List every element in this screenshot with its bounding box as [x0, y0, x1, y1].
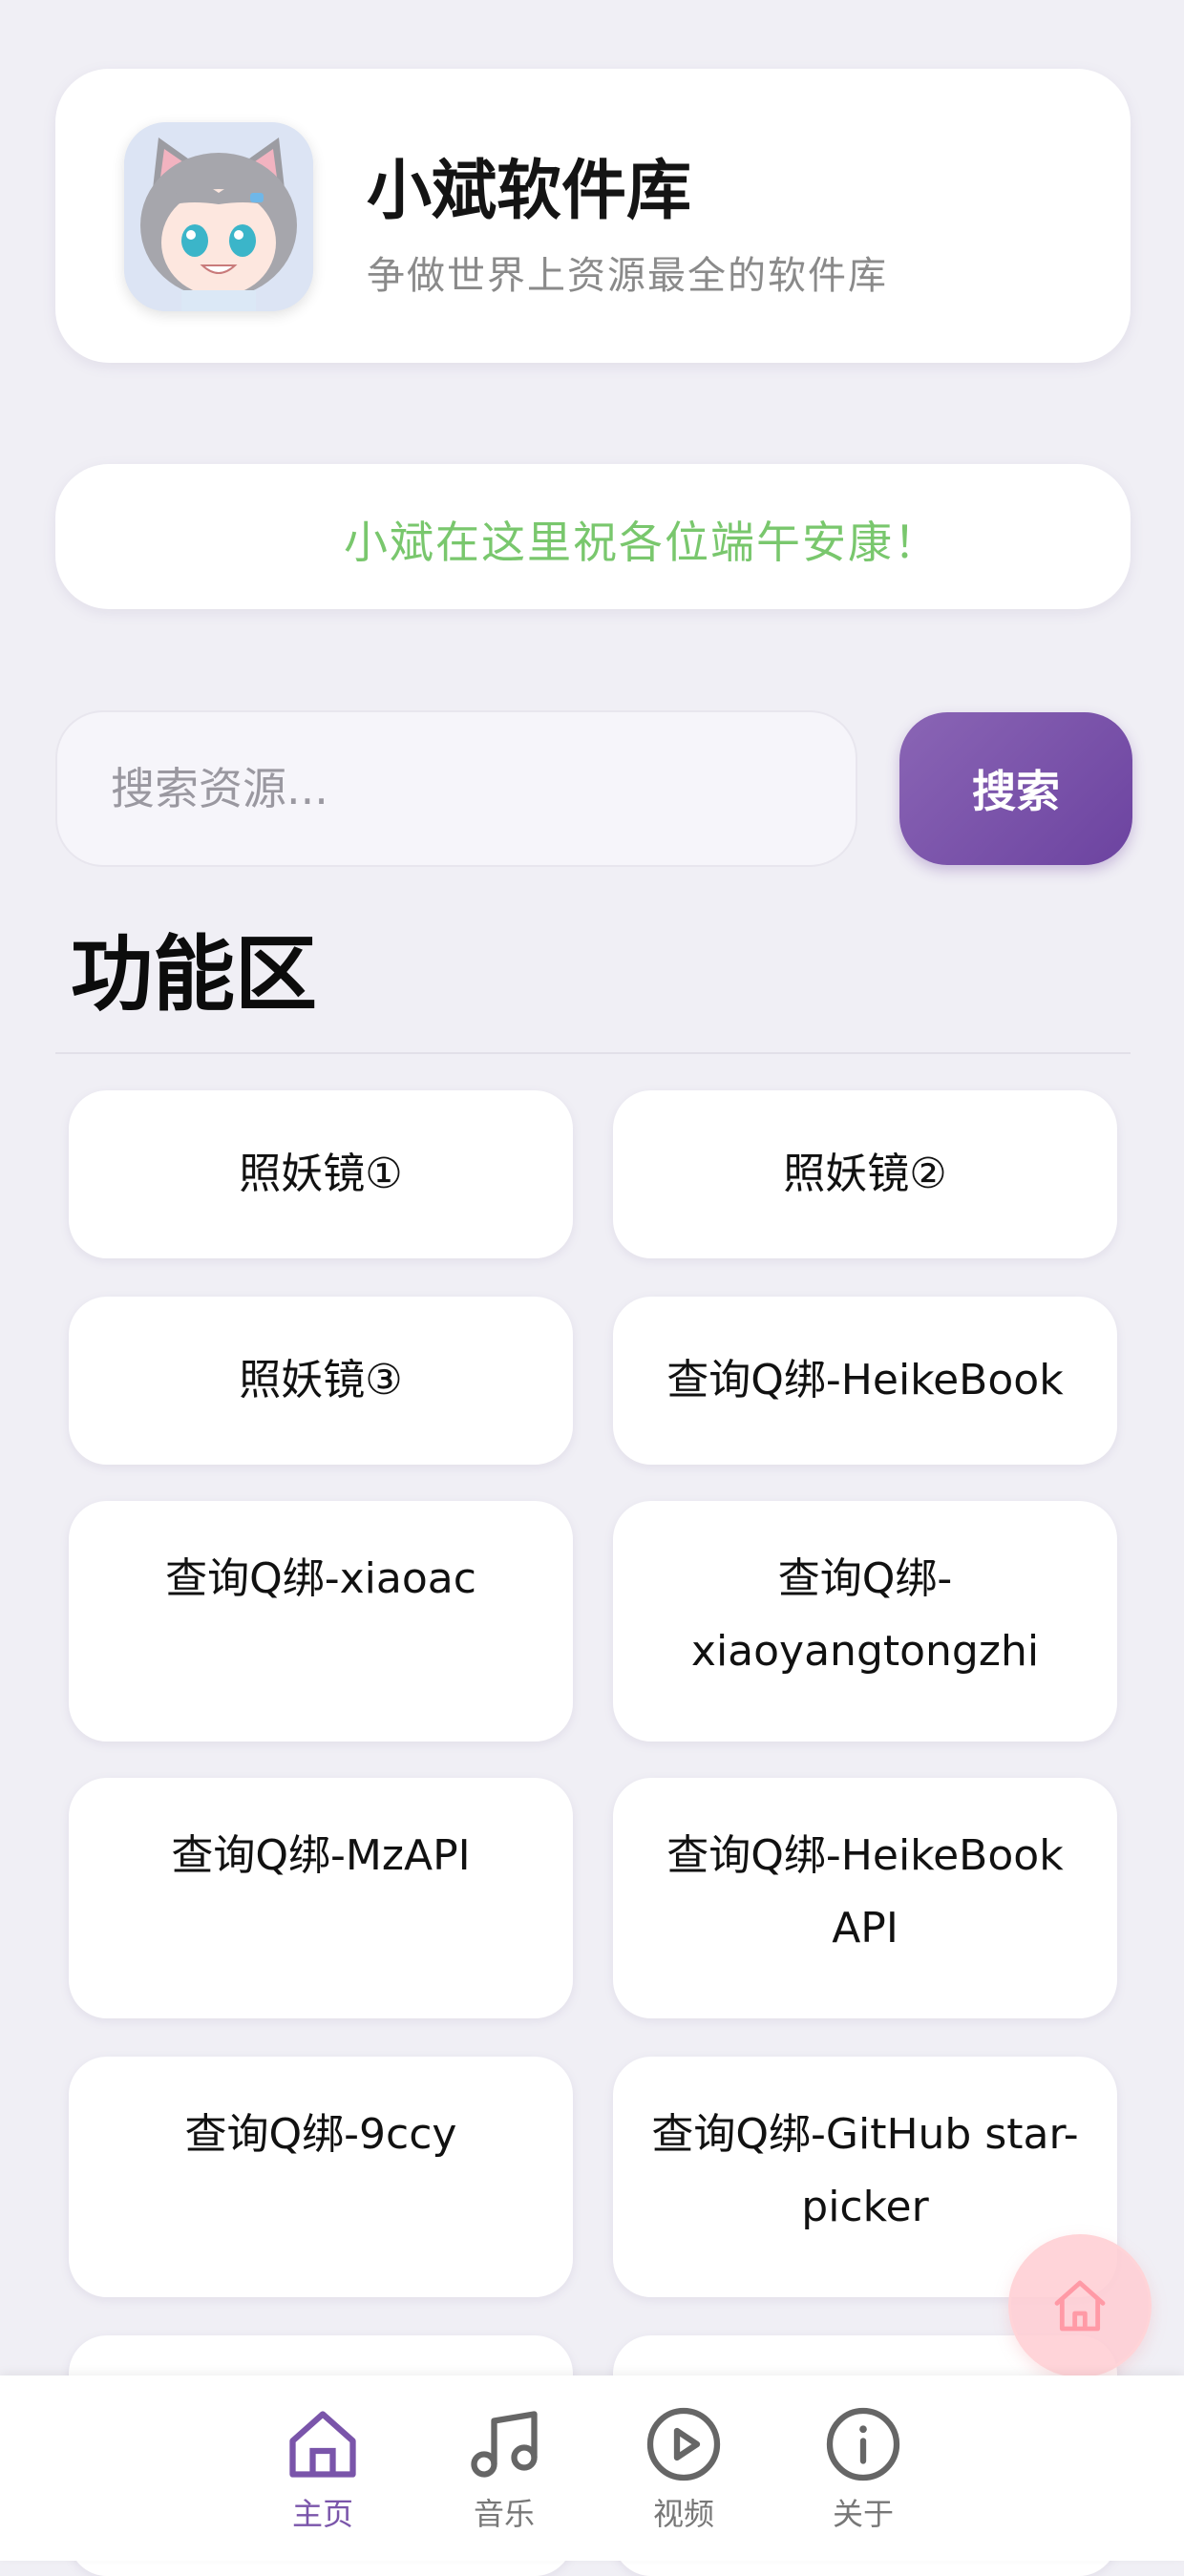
function-button[interactable]: 查询Q绑-MzAPI	[69, 1778, 573, 2018]
function-button[interactable]: 查询Q绑-9ccy	[69, 2057, 573, 2297]
search-button[interactable]: 搜索	[899, 712, 1132, 865]
function-button[interactable]: 查询Q绑-HeikeBook API	[613, 1778, 1117, 2018]
floating-home-button[interactable]	[1008, 2234, 1152, 2377]
function-label: 查询Q绑-xiaoac	[165, 1554, 476, 1603]
function-button[interactable]: 查询Q绑-HeikeBook	[613, 1297, 1117, 1465]
nav-item-music[interactable]: 音乐	[428, 2375, 581, 2561]
function-label: 照妖镜③	[239, 1356, 403, 1404]
function-label: 查询Q绑-HeikeBook API	[666, 1831, 1064, 1953]
music-note-icon	[471, 2411, 538, 2478]
bottom-nav: 主页 音乐 视频 关于	[0, 2375, 1184, 2561]
function-label: 查询Q绑-9ccy	[184, 2110, 457, 2159]
nav-item-about[interactable]: 关于	[787, 2375, 940, 2561]
function-label: 照妖镜①	[239, 1150, 403, 1198]
function-label: 查询Q绑-xiaoyangtongzhi	[690, 1554, 1040, 1676]
function-label: 查询Q绑-MzAPI	[171, 1831, 471, 1880]
function-label: 照妖镜②	[783, 1150, 947, 1198]
app-subtitle: 争做世界上资源最全的软件库	[367, 254, 888, 298]
function-label: 查询Q绑-GitHub star-picker	[651, 2110, 1079, 2231]
function-button[interactable]: 查询Q绑-xiaoac	[69, 1501, 573, 1742]
home-icon	[289, 2411, 356, 2478]
nav-label: 视频	[652, 2496, 714, 2532]
nav-item-video[interactable]: 视频	[607, 2375, 760, 2561]
anime-cat-girl-avatar-icon	[124, 122, 313, 311]
function-button[interactable]: 照妖镜②	[613, 1090, 1117, 1258]
announcement-text: 小斌在这里祝各位端午安康！	[344, 517, 940, 568]
nav-label: 关于	[832, 2496, 894, 2532]
home-icon	[1054, 2280, 1106, 2332]
function-button[interactable]: 照妖镜①	[69, 1090, 573, 1258]
info-icon	[826, 2407, 900, 2481]
function-button[interactable]: 查询Q绑-xiaoyangtongzhi	[613, 1501, 1117, 1742]
app-avatar	[124, 122, 313, 311]
announcement-banner: 小斌在这里祝各位端午安康！	[55, 464, 1131, 609]
function-label: 查询Q绑-HeikeBook	[666, 1356, 1064, 1404]
nav-item-home[interactable]: 主页	[246, 2375, 399, 2561]
nav-label: 音乐	[473, 2496, 535, 2532]
function-button[interactable]: 照妖镜③	[69, 1297, 573, 1465]
section-divider	[55, 1052, 1131, 1054]
section-title: 功能区	[71, 927, 317, 1023]
header-card: 小斌软件库 争做世界上资源最全的软件库	[55, 69, 1131, 363]
nav-label: 主页	[291, 2496, 353, 2532]
app-title: 小斌软件库	[367, 154, 692, 229]
search-input[interactable]	[55, 710, 857, 867]
play-circle-icon	[646, 2407, 721, 2481]
